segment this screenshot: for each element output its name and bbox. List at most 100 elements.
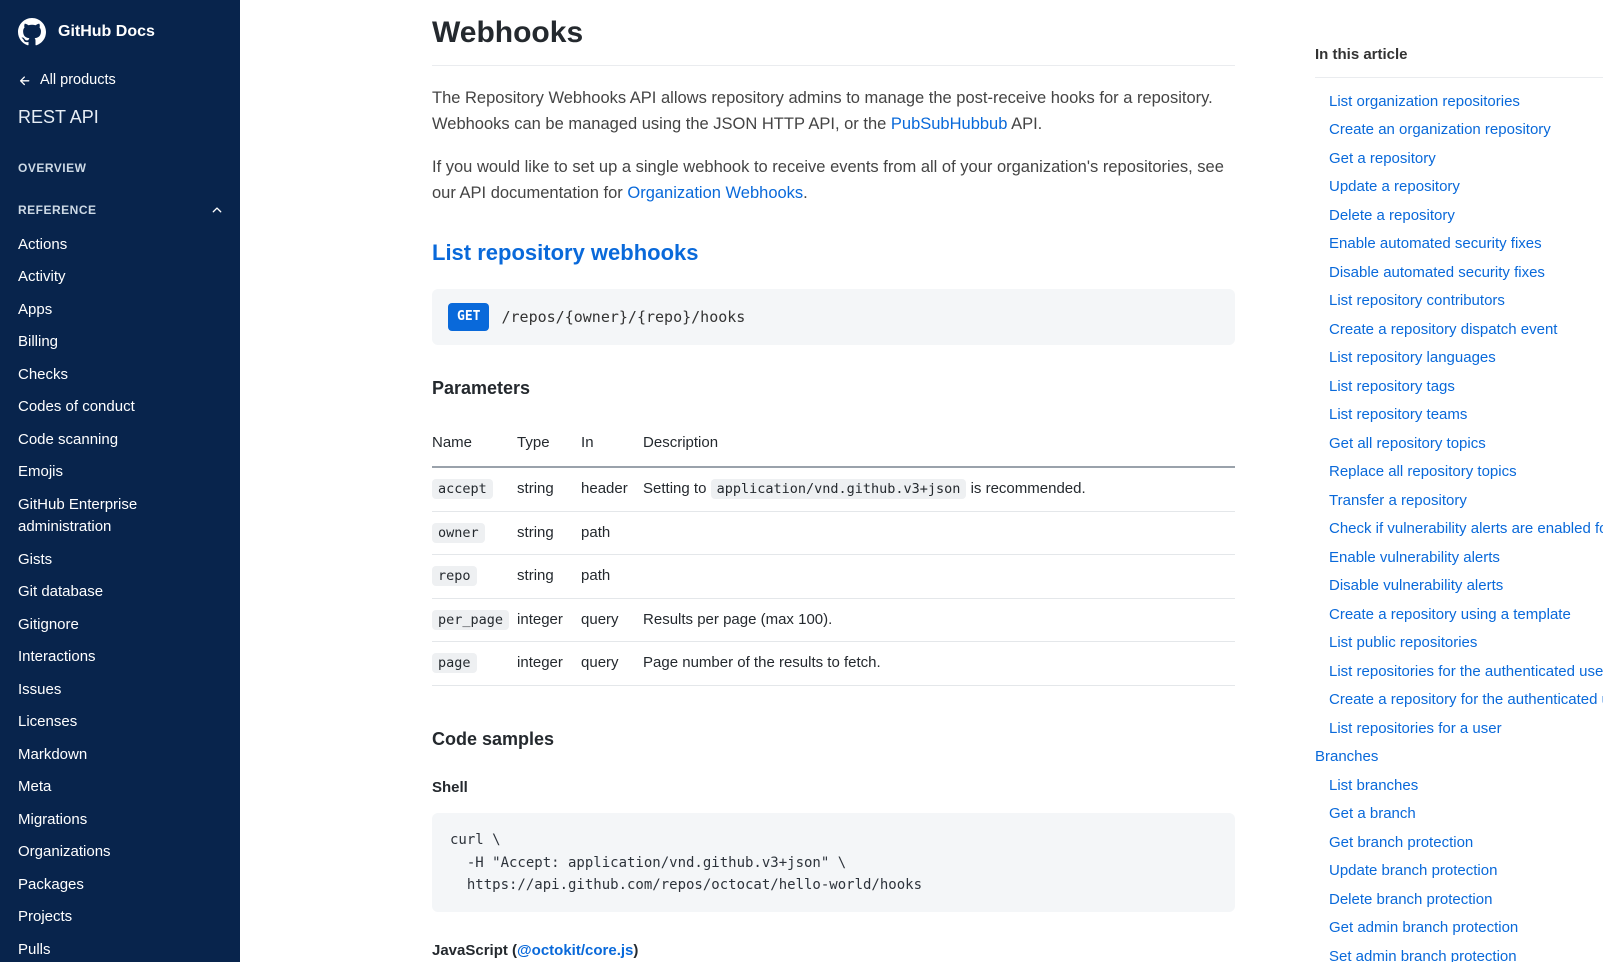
sidebar-title: GitHub Docs: [58, 20, 155, 44]
pubsubhubbub-link[interactable]: PubSubHubbub: [891, 115, 1008, 133]
param-name: owner: [432, 523, 485, 543]
toc-link[interactable]: Disable vulnerability alerts: [1315, 572, 1603, 601]
sidebar-item[interactable]: Organizations: [0, 836, 240, 869]
param-in: path: [581, 511, 643, 555]
toc-link[interactable]: Get admin branch protection: [1315, 914, 1603, 943]
toc-link[interactable]: List organization repositories: [1315, 88, 1603, 117]
table-header: Name: [432, 422, 517, 468]
toc-link[interactable]: Create a repository using a template: [1315, 601, 1603, 630]
sidebar-item[interactable]: Gists: [0, 544, 240, 577]
chevron-up-icon: [210, 203, 224, 217]
param-description: [643, 555, 1235, 599]
sidebar-item[interactable]: Packages: [0, 869, 240, 902]
param-name: page: [432, 653, 477, 673]
toc-link[interactable]: List public repositories: [1315, 629, 1603, 658]
sidebar-item[interactable]: Markdown: [0, 739, 240, 772]
toc-link[interactable]: Get a repository: [1315, 145, 1603, 174]
sidebar-item[interactable]: Projects: [0, 901, 240, 934]
sidebar-item[interactable]: Activity: [0, 261, 240, 294]
sidebar-item[interactable]: Pulls: [0, 934, 240, 962]
toc-link[interactable]: List repositories for the authenticated …: [1315, 658, 1603, 687]
sidebar-item[interactable]: Actions: [0, 229, 240, 262]
sidebar-item[interactable]: Apps: [0, 294, 240, 327]
product-name[interactable]: REST API: [0, 98, 240, 145]
table-row: ownerstringpath: [432, 511, 1235, 555]
inline-code: application/vnd.github.v3+json: [711, 479, 967, 499]
github-icon: [18, 18, 46, 46]
table-row: repostringpath: [432, 555, 1235, 599]
reference-label: REFERENCE: [18, 201, 97, 219]
table-row: per_pageintegerqueryResults per page (ma…: [432, 598, 1235, 642]
sidebar-item-list: ActionsActivityAppsBillingChecksCodes of…: [0, 229, 240, 962]
sidebar-item[interactable]: Git database: [0, 576, 240, 609]
all-products-label: All products: [40, 70, 116, 92]
toc-link[interactable]: Disable automated security fixes: [1315, 259, 1603, 288]
toc-link[interactable]: Create an organization repository: [1315, 116, 1603, 145]
param-type: integer: [517, 642, 581, 686]
param-type: integer: [517, 598, 581, 642]
http-method-badge: GET: [448, 303, 489, 331]
toc-link[interactable]: List branches: [1315, 772, 1603, 801]
table-header: In: [581, 422, 643, 468]
toc-link[interactable]: Get all repository topics: [1315, 430, 1603, 459]
all-products-link[interactable]: All products: [0, 64, 240, 98]
sidebar-item[interactable]: Issues: [0, 674, 240, 707]
param-description: Setting to application/vnd.github.v3+jso…: [643, 467, 1235, 511]
table-of-contents: In this article List organization reposi…: [1303, 0, 1603, 962]
toc-link[interactable]: Set admin branch protection: [1315, 943, 1603, 962]
sidebar-item[interactable]: Code scanning: [0, 424, 240, 457]
param-name: repo: [432, 566, 477, 586]
sidebar-item[interactable]: Licenses: [0, 706, 240, 739]
organization-webhooks-link[interactable]: Organization Webhooks: [627, 184, 803, 202]
toc-link[interactable]: Delete branch protection: [1315, 886, 1603, 915]
parameters-heading: Parameters: [432, 375, 1235, 402]
toc-link[interactable]: Transfer a repository: [1315, 487, 1603, 516]
sidebar-heading-overview[interactable]: OVERVIEW: [0, 145, 240, 187]
toc-link[interactable]: Delete a repository: [1315, 202, 1603, 231]
sidebar-heading-reference[interactable]: REFERENCE: [0, 187, 240, 229]
sidebar-item[interactable]: Codes of conduct: [0, 391, 240, 424]
sidebar-header[interactable]: GitHub Docs: [0, 0, 240, 64]
toc-link[interactable]: Check if vulnerability alerts are enable…: [1315, 515, 1603, 544]
sidebar-item[interactable]: Emojis: [0, 456, 240, 489]
toc-link[interactable]: Get branch protection: [1315, 829, 1603, 858]
toc-link[interactable]: Get a branch: [1315, 800, 1603, 829]
toc-link[interactable]: Branches: [1315, 743, 1603, 772]
sidebar-item[interactable]: Meta: [0, 771, 240, 804]
sidebar-item[interactable]: Migrations: [0, 804, 240, 837]
endpoint-path: /repos/{owner}/{repo}/hooks: [501, 306, 745, 329]
sidebar: GitHub Docs All products REST API OVERVI…: [0, 0, 240, 962]
sidebar-item[interactable]: Gitignore: [0, 609, 240, 642]
param-in: path: [581, 555, 643, 599]
param-in: query: [581, 598, 643, 642]
toc-link[interactable]: Update branch protection: [1315, 857, 1603, 886]
toc-link[interactable]: Update a repository: [1315, 173, 1603, 202]
sidebar-item[interactable]: Checks: [0, 359, 240, 392]
toc-link[interactable]: List repository contributors: [1315, 287, 1603, 316]
endpoint-box: GET /repos/{owner}/{repo}/hooks: [432, 289, 1235, 345]
sidebar-item[interactable]: Billing: [0, 326, 240, 359]
toc-link[interactable]: Create a repository dispatch event: [1315, 316, 1603, 345]
toc-link[interactable]: List repository tags: [1315, 373, 1603, 402]
toc-link[interactable]: List repository teams: [1315, 401, 1603, 430]
parameters-table: NameTypeInDescription acceptstringheader…: [432, 422, 1235, 686]
param-name: accept: [432, 479, 493, 499]
toc-link[interactable]: Enable vulnerability alerts: [1315, 544, 1603, 573]
intro-paragraph-2: If you would like to set up a single web…: [432, 155, 1235, 206]
toc-link[interactable]: List repository languages: [1315, 344, 1603, 373]
sidebar-item[interactable]: Interactions: [0, 641, 240, 674]
toc-link[interactable]: Enable automated security fixes: [1315, 230, 1603, 259]
intro-paragraph-1: The Repository Webhooks API allows repos…: [432, 86, 1235, 137]
toc-link[interactable]: Create a repository for the authenticate…: [1315, 686, 1603, 715]
toc-links: List organization repositoriesCreate an …: [1315, 88, 1603, 962]
sidebar-item[interactable]: GitHub Enterprise administration: [0, 489, 240, 544]
param-description: Page number of the results to fetch.: [643, 642, 1235, 686]
codesamples-heading: Code samples: [432, 726, 1235, 753]
js-heading: JavaScript (@octokit/core.js): [432, 940, 1235, 962]
table-row: acceptstringheaderSetting to application…: [432, 467, 1235, 511]
toc-link[interactable]: List repositories for a user: [1315, 715, 1603, 744]
section-title[interactable]: List repository webhooks: [432, 236, 1235, 269]
octokit-link[interactable]: @octokit/core.js: [517, 942, 633, 959]
toc-title: In this article: [1315, 44, 1603, 78]
toc-link[interactable]: Replace all repository topics: [1315, 458, 1603, 487]
